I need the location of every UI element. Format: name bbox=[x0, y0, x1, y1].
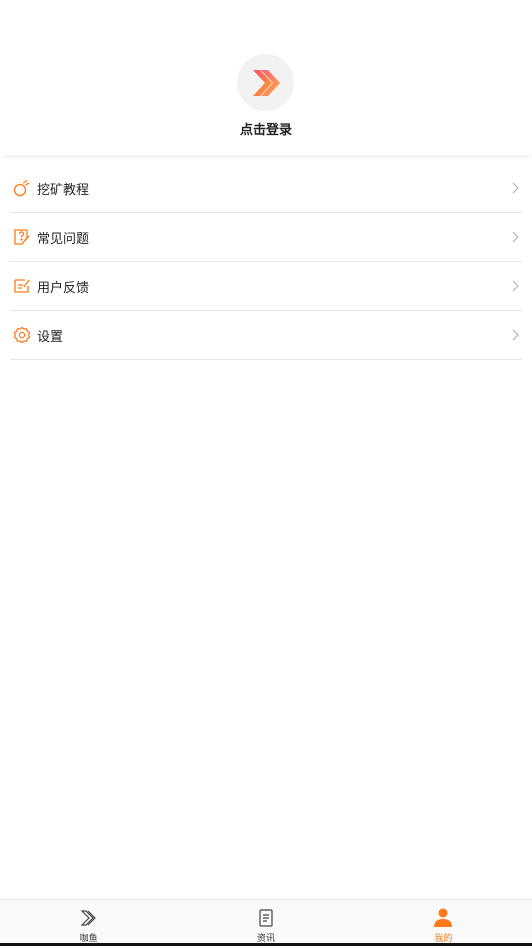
tab-home[interactable]: 咖鱼 bbox=[0, 900, 177, 944]
menu-item-mining-tutorial[interactable]: 挖矿教程 bbox=[10, 164, 522, 213]
user-icon bbox=[432, 907, 454, 929]
chevron-right-icon bbox=[512, 329, 519, 341]
menu-item-feedback[interactable]: 用户反馈 bbox=[10, 262, 522, 311]
menu-item-label: 用户反馈 bbox=[37, 280, 90, 296]
tab-mine[interactable]: 我的 bbox=[355, 900, 532, 944]
login-link[interactable]: 点击登录 bbox=[0, 119, 532, 138]
menu-item-label: 常见问题 bbox=[37, 231, 90, 247]
chevron-right-icon bbox=[512, 231, 519, 243]
avatar[interactable] bbox=[237, 54, 294, 111]
menu-item-faq[interactable]: 常见问题 bbox=[10, 213, 522, 262]
app-logo-icon bbox=[252, 69, 280, 96]
news-doc-icon bbox=[255, 907, 277, 929]
profile-header: 点击登录 bbox=[0, 0, 532, 155]
menu-list: 挖矿教程 常见问题 用户反馈 设置 bbox=[10, 164, 522, 360]
bottom-tab-bar: 咖鱼 资讯 我的 bbox=[0, 899, 532, 944]
chevron-right-icon bbox=[512, 182, 519, 194]
menu-item-settings[interactable]: 设置 bbox=[10, 311, 522, 360]
menu-item-label: 设置 bbox=[37, 329, 64, 345]
chevron-right-icon bbox=[512, 280, 519, 292]
question-doc-icon bbox=[12, 227, 32, 247]
home-logo-icon bbox=[78, 907, 100, 929]
menu-item-label: 挖矿教程 bbox=[37, 182, 90, 198]
feedback-icon bbox=[12, 276, 32, 296]
gear-icon bbox=[12, 325, 32, 345]
pickaxe-icon bbox=[12, 178, 32, 198]
tab-news[interactable]: 资讯 bbox=[177, 900, 354, 944]
